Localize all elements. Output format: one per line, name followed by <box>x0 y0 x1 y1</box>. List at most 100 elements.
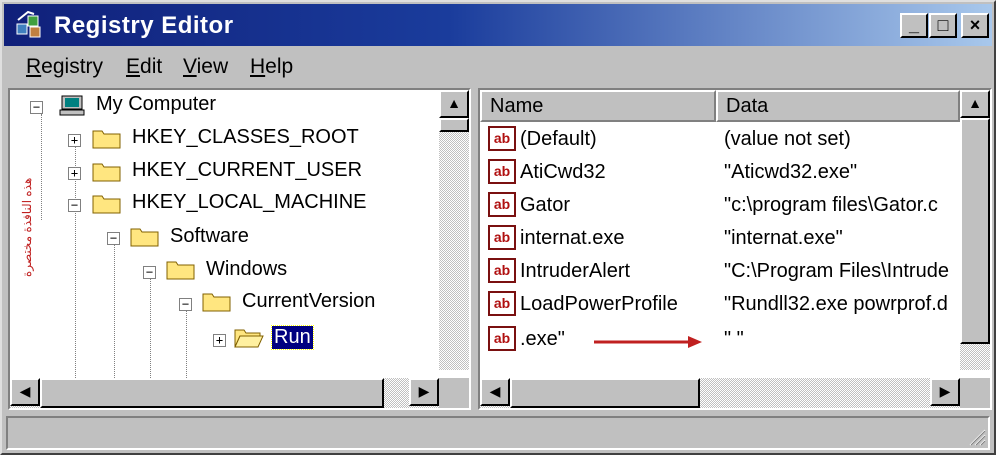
tree-item-currentversion[interactable]: CurrentVersion <box>242 290 375 313</box>
expand-icon[interactable]: + <box>213 334 226 347</box>
folder-icon <box>92 163 121 182</box>
menu-help-label: elp <box>265 55 294 78</box>
folder-icon <box>92 130 121 149</box>
value-data: " " <box>724 328 744 350</box>
folder-icon <box>130 228 159 247</box>
tree-item-software[interactable]: Software <box>170 225 249 248</box>
string-value-icon: ab <box>488 291 516 316</box>
list-vertical-scrollbar[interactable]: ▲ <box>960 90 990 370</box>
value-name: LoadPowerProfile <box>520 293 678 315</box>
menu-help-mnemonic: H <box>250 55 266 78</box>
string-value-icon: ab <box>488 126 516 151</box>
column-header-data[interactable]: Data <box>716 90 960 122</box>
folder-icon <box>166 261 195 280</box>
tree-item-hkey-classes-root[interactable]: HKEY_CLASSES_ROOT <box>132 126 359 149</box>
menu-view-label: iew <box>196 55 229 78</box>
menu-edit[interactable]: Edit <box>126 55 162 79</box>
minimize-button[interactable]: _ <box>900 13 928 38</box>
expand-icon[interactable]: + <box>68 167 81 180</box>
list-item[interactable]: ab Gator "c:\program files\Gator.c <box>480 190 960 222</box>
list-horizontal-scrollbar[interactable]: ◀ ▶ <box>480 378 960 408</box>
list-item[interactable]: ab internat.exe "internat.exe" <box>480 223 960 255</box>
minimize-icon: _ <box>908 15 919 35</box>
value-data: (value not set) <box>724 128 851 150</box>
registry-editor-window: Registry Editor _ □ × Registry Edit View… <box>0 0 996 455</box>
status-bar <box>6 416 990 450</box>
value-data: "internat.exe" <box>724 227 843 249</box>
list-item[interactable]: ab LoadPowerProfile "Rundll32.exe powrpr… <box>480 289 960 321</box>
tree-item-hkey-local-machine[interactable]: HKEY_LOCAL_MACHINE <box>132 191 367 214</box>
value-data: "C:\Program Files\Intrude <box>724 260 949 282</box>
list-item[interactable]: ab IntruderAlert "C:\Program Files\Intru… <box>480 256 960 288</box>
list-item[interactable]: ab .exe" " " <box>480 324 960 356</box>
value-data: "c:\program files\Gator.c <box>724 194 938 216</box>
scroll-left-button[interactable]: ◀ <box>10 378 40 406</box>
tree-item-run[interactable]: Run <box>271 325 314 350</box>
scroll-thumb[interactable] <box>960 118 990 344</box>
list-item[interactable]: ab AtiCwd32 "Aticwd32.exe" <box>480 157 960 189</box>
menu-registry[interactable]: Registry <box>26 55 103 79</box>
tree-item-windows[interactable]: Windows <box>206 258 287 281</box>
computer-icon <box>59 95 85 116</box>
string-value-icon: ab <box>488 159 516 184</box>
menu-edit-mnemonic: E <box>126 55 141 78</box>
folder-icon <box>202 293 231 312</box>
column-header-name[interactable]: Name <box>480 90 716 122</box>
scroll-right-button[interactable]: ▶ <box>930 378 960 406</box>
value-data: "Aticwd32.exe" <box>724 161 858 183</box>
window-title: Registry Editor <box>54 12 234 39</box>
scroll-thumb[interactable] <box>510 378 700 408</box>
resize-grip-icon[interactable] <box>966 426 986 446</box>
menu-help[interactable]: Help <box>250 55 293 79</box>
tree-vertical-scrollbar[interactable]: ▲ <box>439 90 469 370</box>
collapse-icon[interactable]: − <box>143 266 156 279</box>
tree-item-hkey-current-user[interactable]: HKEY_CURRENT_USER <box>132 159 362 182</box>
string-value-icon: ab <box>488 258 516 283</box>
string-value-icon: ab <box>488 225 516 250</box>
value-data: "Rundll32.exe powrprof.d <box>724 293 948 315</box>
tree-connector <box>75 140 76 408</box>
value-name: (Default) <box>520 128 597 150</box>
menu-edit-label: dit <box>140 55 163 78</box>
scroll-thumb[interactable] <box>40 378 384 408</box>
folder-icon <box>92 195 121 214</box>
menu-view[interactable]: View <box>183 55 228 79</box>
scroll-left-button[interactable]: ◀ <box>480 378 510 406</box>
tree-item-my-computer[interactable]: My Computer <box>96 93 216 116</box>
red-arrow-icon <box>594 336 702 348</box>
tree-horizontal-scrollbar[interactable]: ◀ ▶ <box>10 378 439 408</box>
scroll-right-button[interactable]: ▶ <box>409 378 439 406</box>
key-tree-pane[interactable]: − My Computer + HKEY_CLASSES_ROOT + HKEY… <box>8 88 471 410</box>
scroll-up-button[interactable]: ▲ <box>960 90 990 118</box>
value-name: IntruderAlert <box>520 260 631 282</box>
collapse-icon[interactable]: − <box>179 298 192 311</box>
registry-editor-icon <box>16 10 41 38</box>
values-list-pane[interactable]: Name Data ab (Default) (value not set) a… <box>478 88 992 410</box>
collapse-icon[interactable]: − <box>30 101 43 114</box>
collapse-icon[interactable]: − <box>68 199 81 212</box>
expand-icon[interactable]: + <box>68 134 81 147</box>
scroll-corner <box>960 378 990 408</box>
scroll-thumb[interactable] <box>439 118 469 132</box>
collapse-icon[interactable]: − <box>107 232 120 245</box>
string-value-icon: ab <box>488 326 516 351</box>
string-value-icon: ab <box>488 192 516 217</box>
title-bar[interactable]: Registry Editor _ □ × <box>4 4 992 46</box>
value-name: internat.exe <box>520 227 625 249</box>
maximize-button[interactable]: □ <box>929 13 957 38</box>
scroll-up-button[interactable]: ▲ <box>439 90 469 118</box>
close-icon: × <box>969 15 981 35</box>
menu-bar: Registry Edit View Help <box>4 49 992 85</box>
value-name: AtiCwd32 <box>520 161 606 183</box>
arabic-annotation: هذه النافذة مختصرة <box>20 177 34 277</box>
pane-splitter[interactable] <box>471 88 478 410</box>
scroll-corner <box>439 378 469 408</box>
list-item[interactable]: ab (Default) (value not set) <box>480 124 960 156</box>
value-name: Gator <box>520 194 571 216</box>
menu-registry-label: egistry <box>41 55 104 78</box>
menu-view-mnemonic: V <box>183 55 197 78</box>
menu-registry-mnemonic: R <box>26 55 42 78</box>
close-button[interactable]: × <box>961 13 989 38</box>
value-name: .exe" <box>520 328 565 350</box>
maximize-icon: □ <box>937 15 949 35</box>
